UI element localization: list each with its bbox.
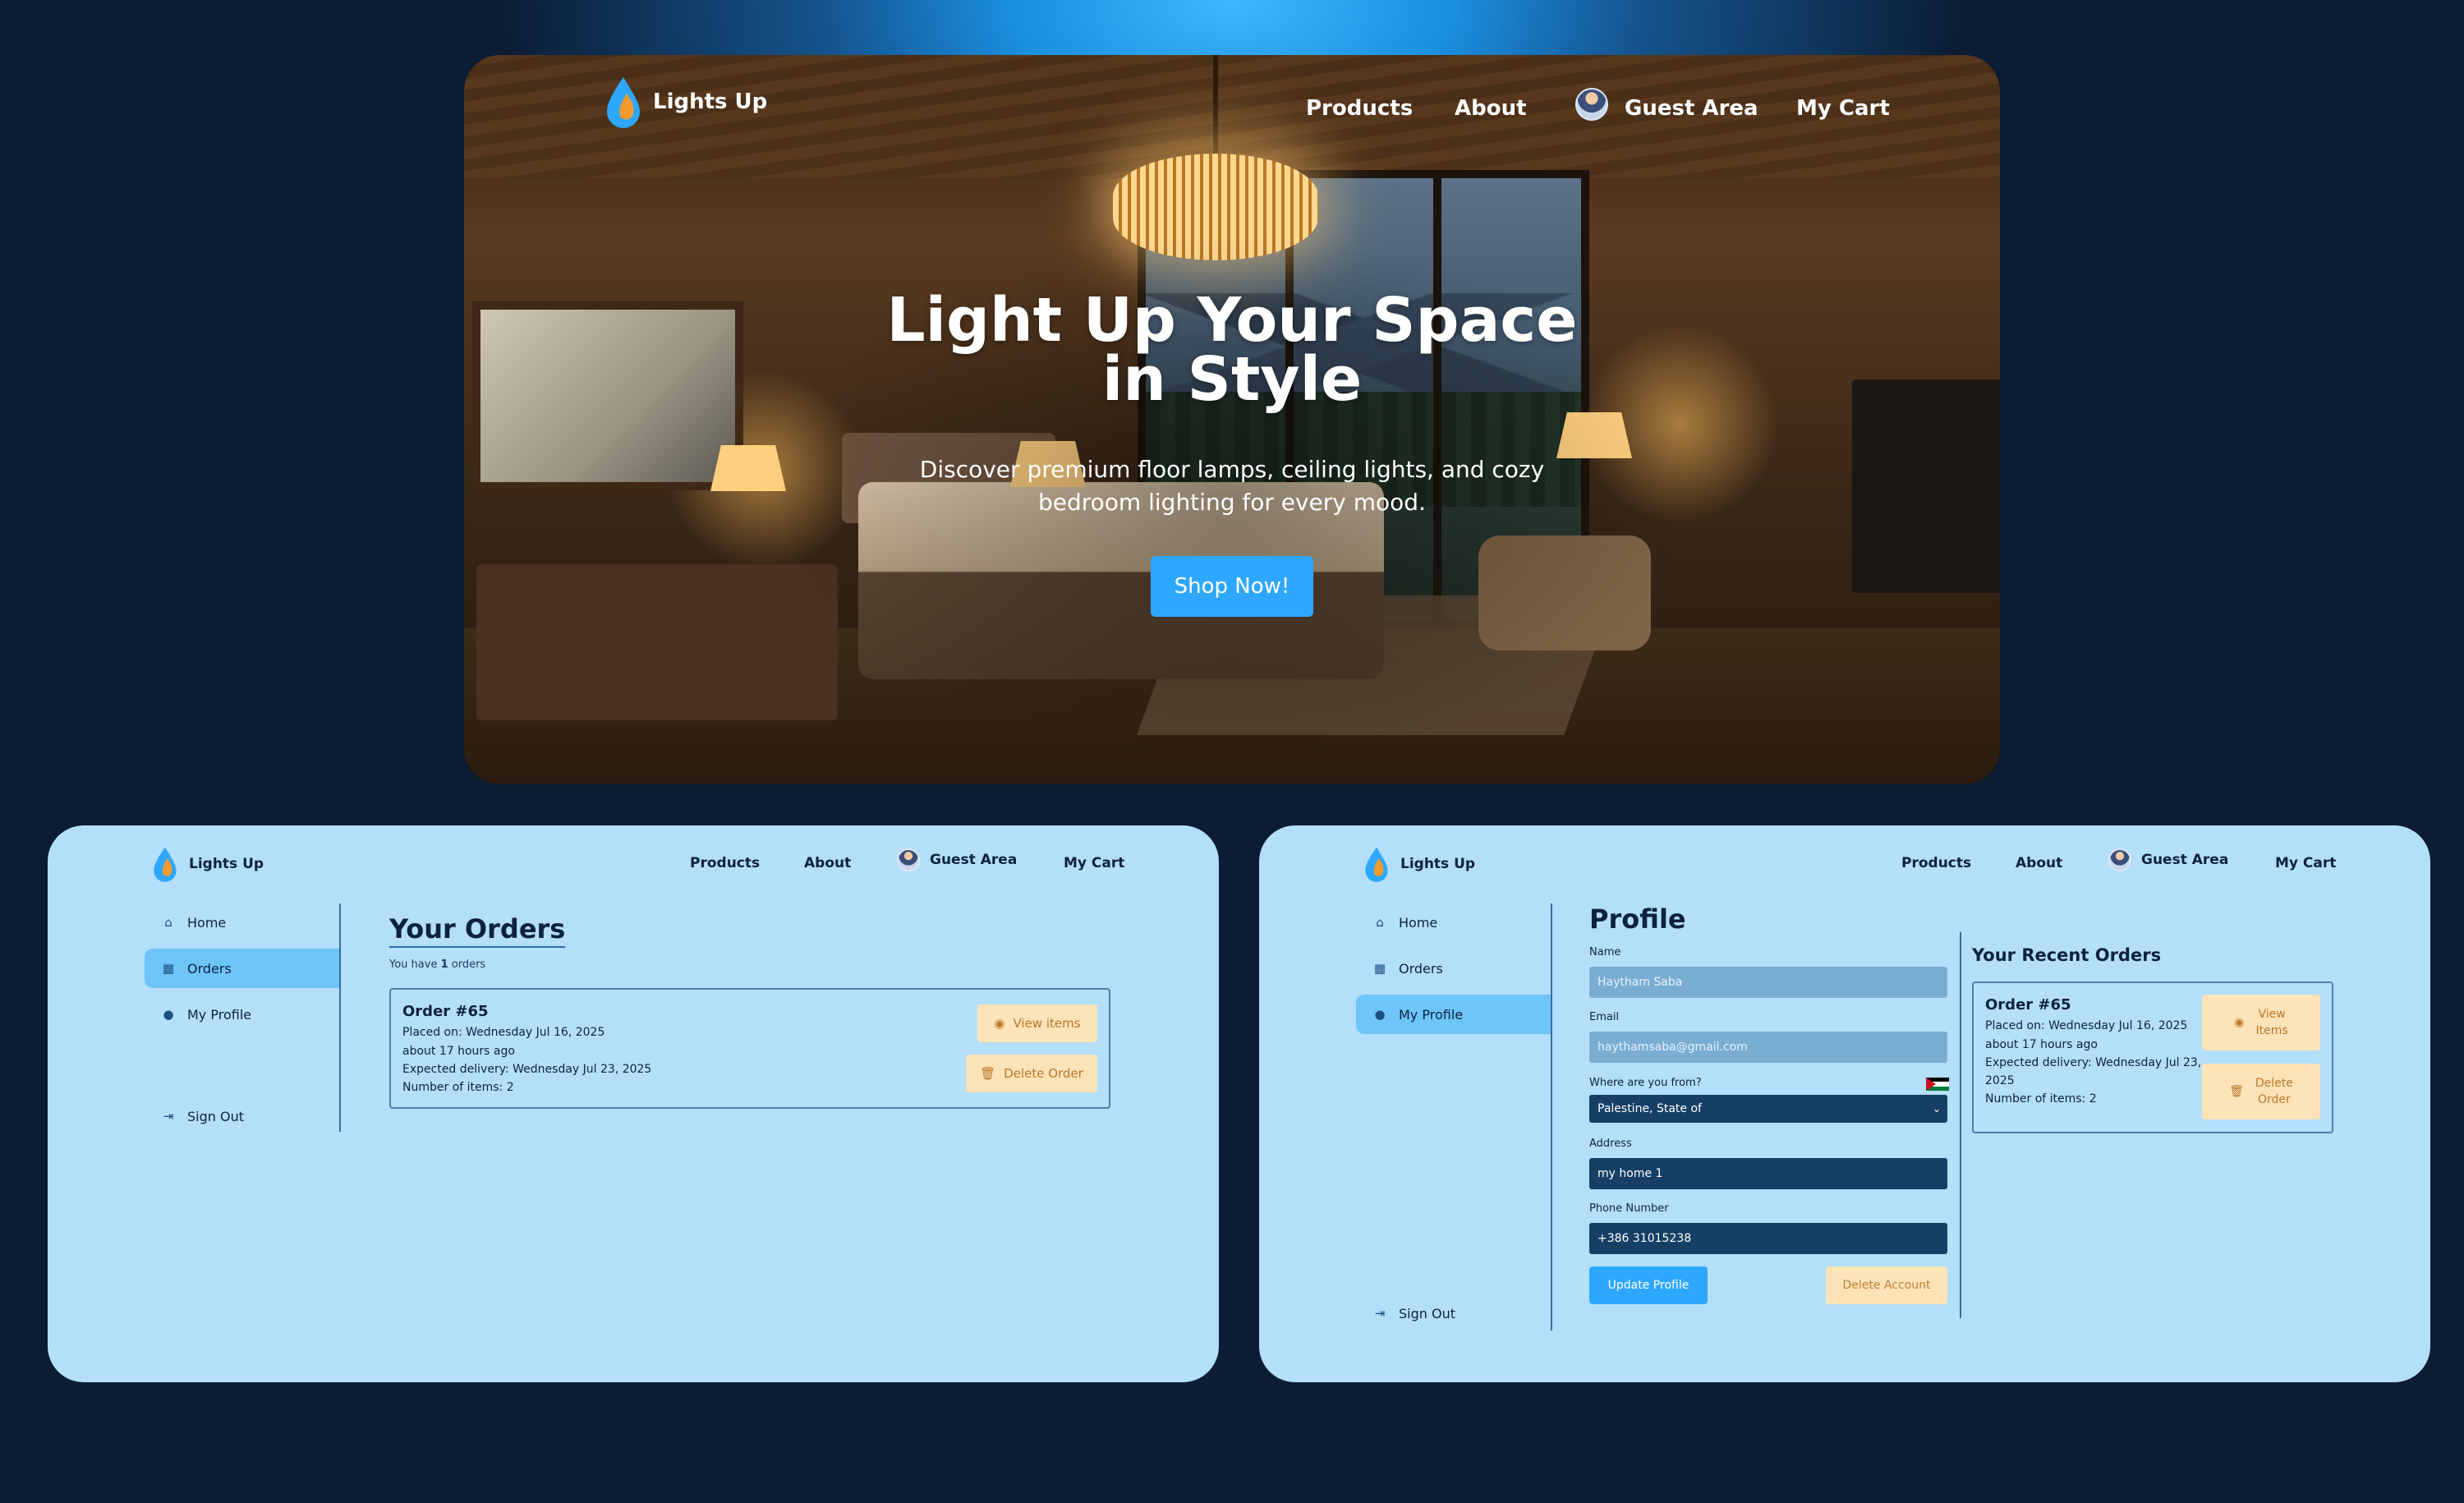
nav-guest-area[interactable]: Guest Area — [897, 848, 1017, 871]
profile-panel: Lights Up Products About Guest Area My C… — [1259, 825, 2430, 1382]
order-items: Number of items: 2 — [1985, 1092, 2097, 1105]
orders-panel: Lights Up Products About Guest Area My C… — [48, 825, 1219, 1382]
email-field[interactable]: haythamsaba@gmail.com — [1589, 1032, 1947, 1063]
order-expected: Expected delivery: Wednesday Jul 23, 202… — [402, 1063, 652, 1076]
sidebar-item-profile[interactable]: ● My Profile — [145, 995, 339, 1034]
nav-my-cart[interactable]: My Cart — [1796, 96, 1890, 121]
view-items-button[interactable]: ◉ View items — [977, 1004, 1097, 1042]
shop-now-button[interactable]: Shop Now! — [1151, 556, 1313, 617]
brand-name: Lights Up — [653, 90, 768, 114]
page-title: Your Orders — [389, 913, 566, 948]
sign-out-icon: ⇥ — [1374, 1306, 1386, 1321]
sidebar-item-home[interactable]: ⌂ Home — [1356, 903, 1551, 942]
order-expected: Expected delivery: Wednesday Jul 23, — [1985, 1056, 2202, 1069]
update-profile-button[interactable]: Update Profile — [1589, 1266, 1708, 1304]
home-icon: ⌂ — [1376, 915, 1384, 930]
brand-logo[interactable]: Lights Up — [1364, 843, 1475, 885]
page-title: Profile — [1589, 903, 1686, 935]
user-icon: ● — [163, 1007, 174, 1022]
name-field[interactable]: Haytham Saba — [1589, 967, 1947, 998]
eye-icon: ◉ — [2234, 1016, 2245, 1029]
avatar — [897, 848, 920, 871]
recent-order-card: Order #65 Placed on: Wednesday Jul 16, 2… — [1972, 981, 2333, 1133]
calendar-icon: ▦ — [1373, 961, 1386, 976]
sidebar-item-profile[interactable]: ● My Profile — [1356, 995, 1551, 1034]
nav-products[interactable]: Products — [690, 855, 760, 871]
country-label: Where are you from? — [1589, 1077, 1702, 1089]
sidebar-item-home[interactable]: ⌂ Home — [145, 903, 339, 942]
order-ago: about 17 hours ago — [1985, 1038, 2098, 1051]
address-field[interactable]: my home 1 — [1589, 1158, 1947, 1189]
trash-icon: 🗑 — [980, 1066, 996, 1081]
nav-products[interactable]: Products — [1901, 855, 1971, 871]
avatar — [2108, 848, 2131, 871]
hero-navbar: Lights Up Products About Guest Area My C… — [464, 55, 2000, 162]
order-ago: about 17 hours ago — [402, 1045, 515, 1058]
flame-drop-icon — [1365, 847, 1388, 882]
email-label: Email — [1589, 1011, 1620, 1023]
order-card: Order #65 Placed on: Wednesday Jul 16, 2… — [389, 988, 1110, 1109]
phone-field[interactable]: +386 31015238 — [1589, 1223, 1947, 1254]
user-icon: ● — [1374, 1007, 1386, 1022]
nav-about[interactable]: About — [2016, 855, 2062, 871]
avatar[interactable] — [1575, 88, 1608, 121]
flame-drop-icon — [154, 847, 177, 882]
brand-name: Lights Up — [1400, 856, 1476, 872]
palestine-flag-icon — [1926, 1078, 1949, 1091]
nav-guest-area[interactable]: Guest Area — [1625, 96, 1758, 121]
order-title: Order #65 — [402, 1003, 489, 1020]
hero-subtitle: Discover premium floor lamps, ceiling li… — [919, 456, 1545, 516]
eye-icon: ◉ — [994, 1016, 1005, 1031]
nav-about[interactable]: About — [804, 855, 851, 871]
order-items: Number of items: 2 — [402, 1081, 514, 1094]
phone-label: Phone Number — [1589, 1202, 1669, 1215]
brand-logo[interactable]: Lights Up — [605, 76, 767, 128]
brand-name: Lights Up — [189, 856, 264, 872]
nav-guest-area[interactable]: Guest Area — [2108, 848, 2228, 871]
hero-title: Light Up Your Space in Style — [886, 285, 1578, 415]
home-icon: ⌂ — [164, 915, 172, 930]
sidebar-item-orders[interactable]: ▦ Orders — [145, 949, 339, 988]
orders-count: You have 1 orders — [389, 958, 486, 971]
brand-logo[interactable]: Lights Up — [153, 843, 264, 885]
delete-account-button[interactable]: Delete Account — [1826, 1266, 1947, 1304]
order-placed: Placed on: Wednesday Jul 16, 2025 — [402, 1026, 605, 1039]
order-placed: Placed on: Wednesday Jul 16, 2025 — [1985, 1019, 2188, 1032]
delete-order-button[interactable]: 🗑 Delete Order — [2202, 1064, 2320, 1119]
recent-orders-heading: Your Recent Orders — [1972, 945, 2162, 965]
country-select[interactable]: Palestine, State of ⌄ — [1589, 1095, 1947, 1123]
address-label: Address — [1589, 1138, 1632, 1150]
hero-section: Lights Up Products About Guest Area My C… — [464, 55, 2000, 784]
order-expected-year: 2025 — [1985, 1074, 2015, 1087]
nav-about[interactable]: About — [1455, 96, 1527, 121]
flame-drop-icon — [607, 77, 640, 128]
delete-order-button[interactable]: 🗑 Delete Order — [966, 1055, 1097, 1092]
nav-my-cart[interactable]: My Cart — [2275, 855, 2336, 871]
sidebar-item-orders[interactable]: ▦ Orders — [1356, 949, 1551, 988]
calendar-icon: ▦ — [162, 961, 175, 976]
chevron-down-icon: ⌄ — [1932, 1103, 1941, 1115]
sign-out-icon: ⇥ — [163, 1109, 174, 1124]
sidebar-item-signout[interactable]: ⇥ Sign Out — [1356, 1294, 1551, 1333]
nav-products[interactable]: Products — [1306, 96, 1413, 121]
trash-icon: 🗑 — [2229, 1085, 2244, 1098]
view-items-button[interactable]: ◉ View Items — [2202, 995, 2320, 1050]
order-title: Order #65 — [1985, 996, 2071, 1013]
nav-my-cart[interactable]: My Cart — [1064, 855, 1124, 871]
name-label: Name — [1589, 946, 1621, 958]
sidebar-item-signout[interactable]: ⇥ Sign Out — [145, 1096, 339, 1136]
